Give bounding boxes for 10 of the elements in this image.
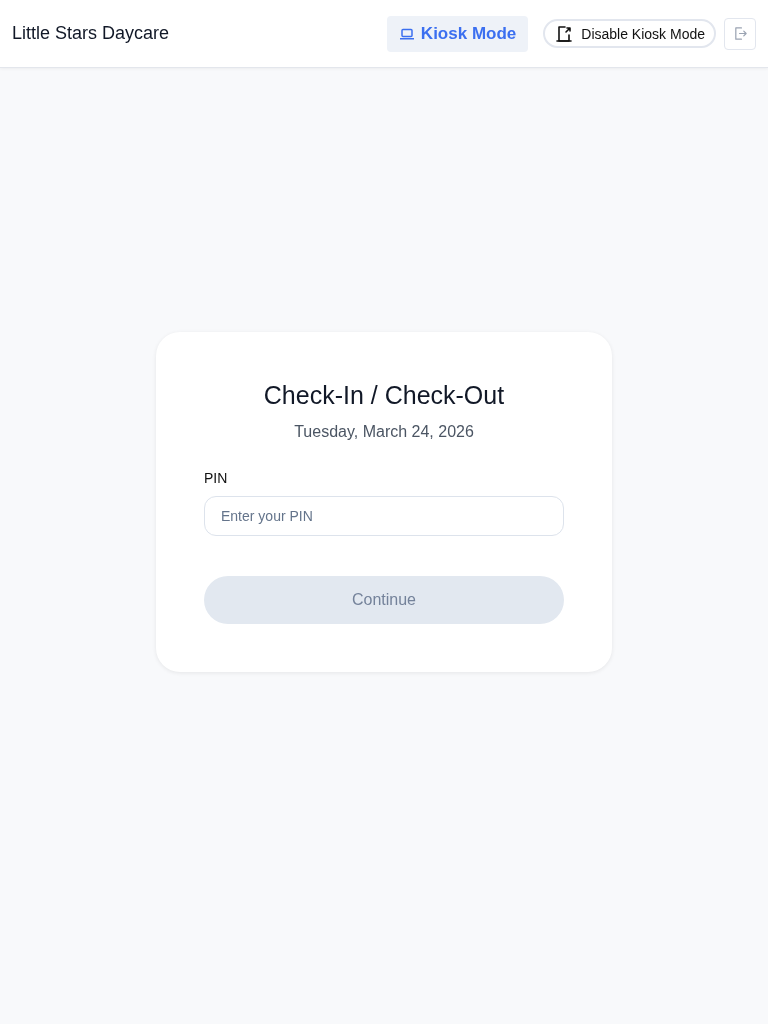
pin-label: PIN [204,469,228,488]
logout-button[interactable] [724,17,756,50]
date-text: Tuesday, March 24, 2026 [294,422,474,442]
door-arrow-icon [555,24,574,43]
card-title: Check-In / Check-Out [263,380,505,411]
logout-icon [732,26,748,41]
app-title: Little Stars Daycare [12,23,170,44]
disable-kiosk-button[interactable]: Disable Kiosk Mode [543,19,716,48]
pin-input-field[interactable]: Enter your PIN [204,496,564,536]
kiosk-mode-badge: Kiosk Mode [386,15,529,52]
